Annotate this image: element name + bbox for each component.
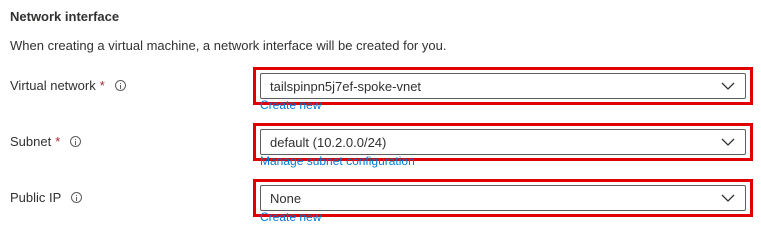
- create-new-vnet-link[interactable]: Create new: [260, 98, 321, 112]
- info-icon[interactable]: [70, 136, 82, 147]
- subnet-label-row: Subnet *: [10, 134, 82, 149]
- subnet-dropdown[interactable]: default (10.2.0.0/24): [260, 129, 746, 155]
- virtual-network-label-row: Virtual network *: [10, 78, 126, 93]
- chevron-down-icon: [721, 194, 735, 202]
- virtual-network-value: tailspinpn5j7ef-spoke-vnet: [270, 78, 422, 94]
- virtual-network-label: Virtual network: [10, 78, 96, 93]
- public-ip-label-row: Public IP: [10, 190, 83, 205]
- public-ip-dropdown[interactable]: None: [260, 185, 746, 211]
- subnet-label: Subnet: [10, 134, 52, 149]
- section-title: Network interface: [10, 9, 120, 24]
- public-ip-label: Public IP: [10, 190, 62, 205]
- info-icon[interactable]: [114, 80, 126, 91]
- virtual-network-dropdown[interactable]: tailspinpn5j7ef-spoke-vnet: [260, 73, 746, 99]
- info-icon[interactable]: [71, 192, 83, 203]
- section-description: When creating a virtual machine, a netwo…: [10, 38, 447, 53]
- required-asterisk: *: [99, 78, 105, 93]
- manage-subnet-configuration-link[interactable]: Manage subnet configuration: [260, 154, 415, 168]
- chevron-down-icon: [721, 82, 735, 90]
- create-new-public-ip-link[interactable]: Create new: [260, 210, 321, 224]
- required-asterisk: *: [55, 134, 61, 149]
- chevron-down-icon: [721, 138, 735, 146]
- subnet-value: default (10.2.0.0/24): [270, 134, 387, 150]
- public-ip-value: None: [270, 190, 302, 206]
